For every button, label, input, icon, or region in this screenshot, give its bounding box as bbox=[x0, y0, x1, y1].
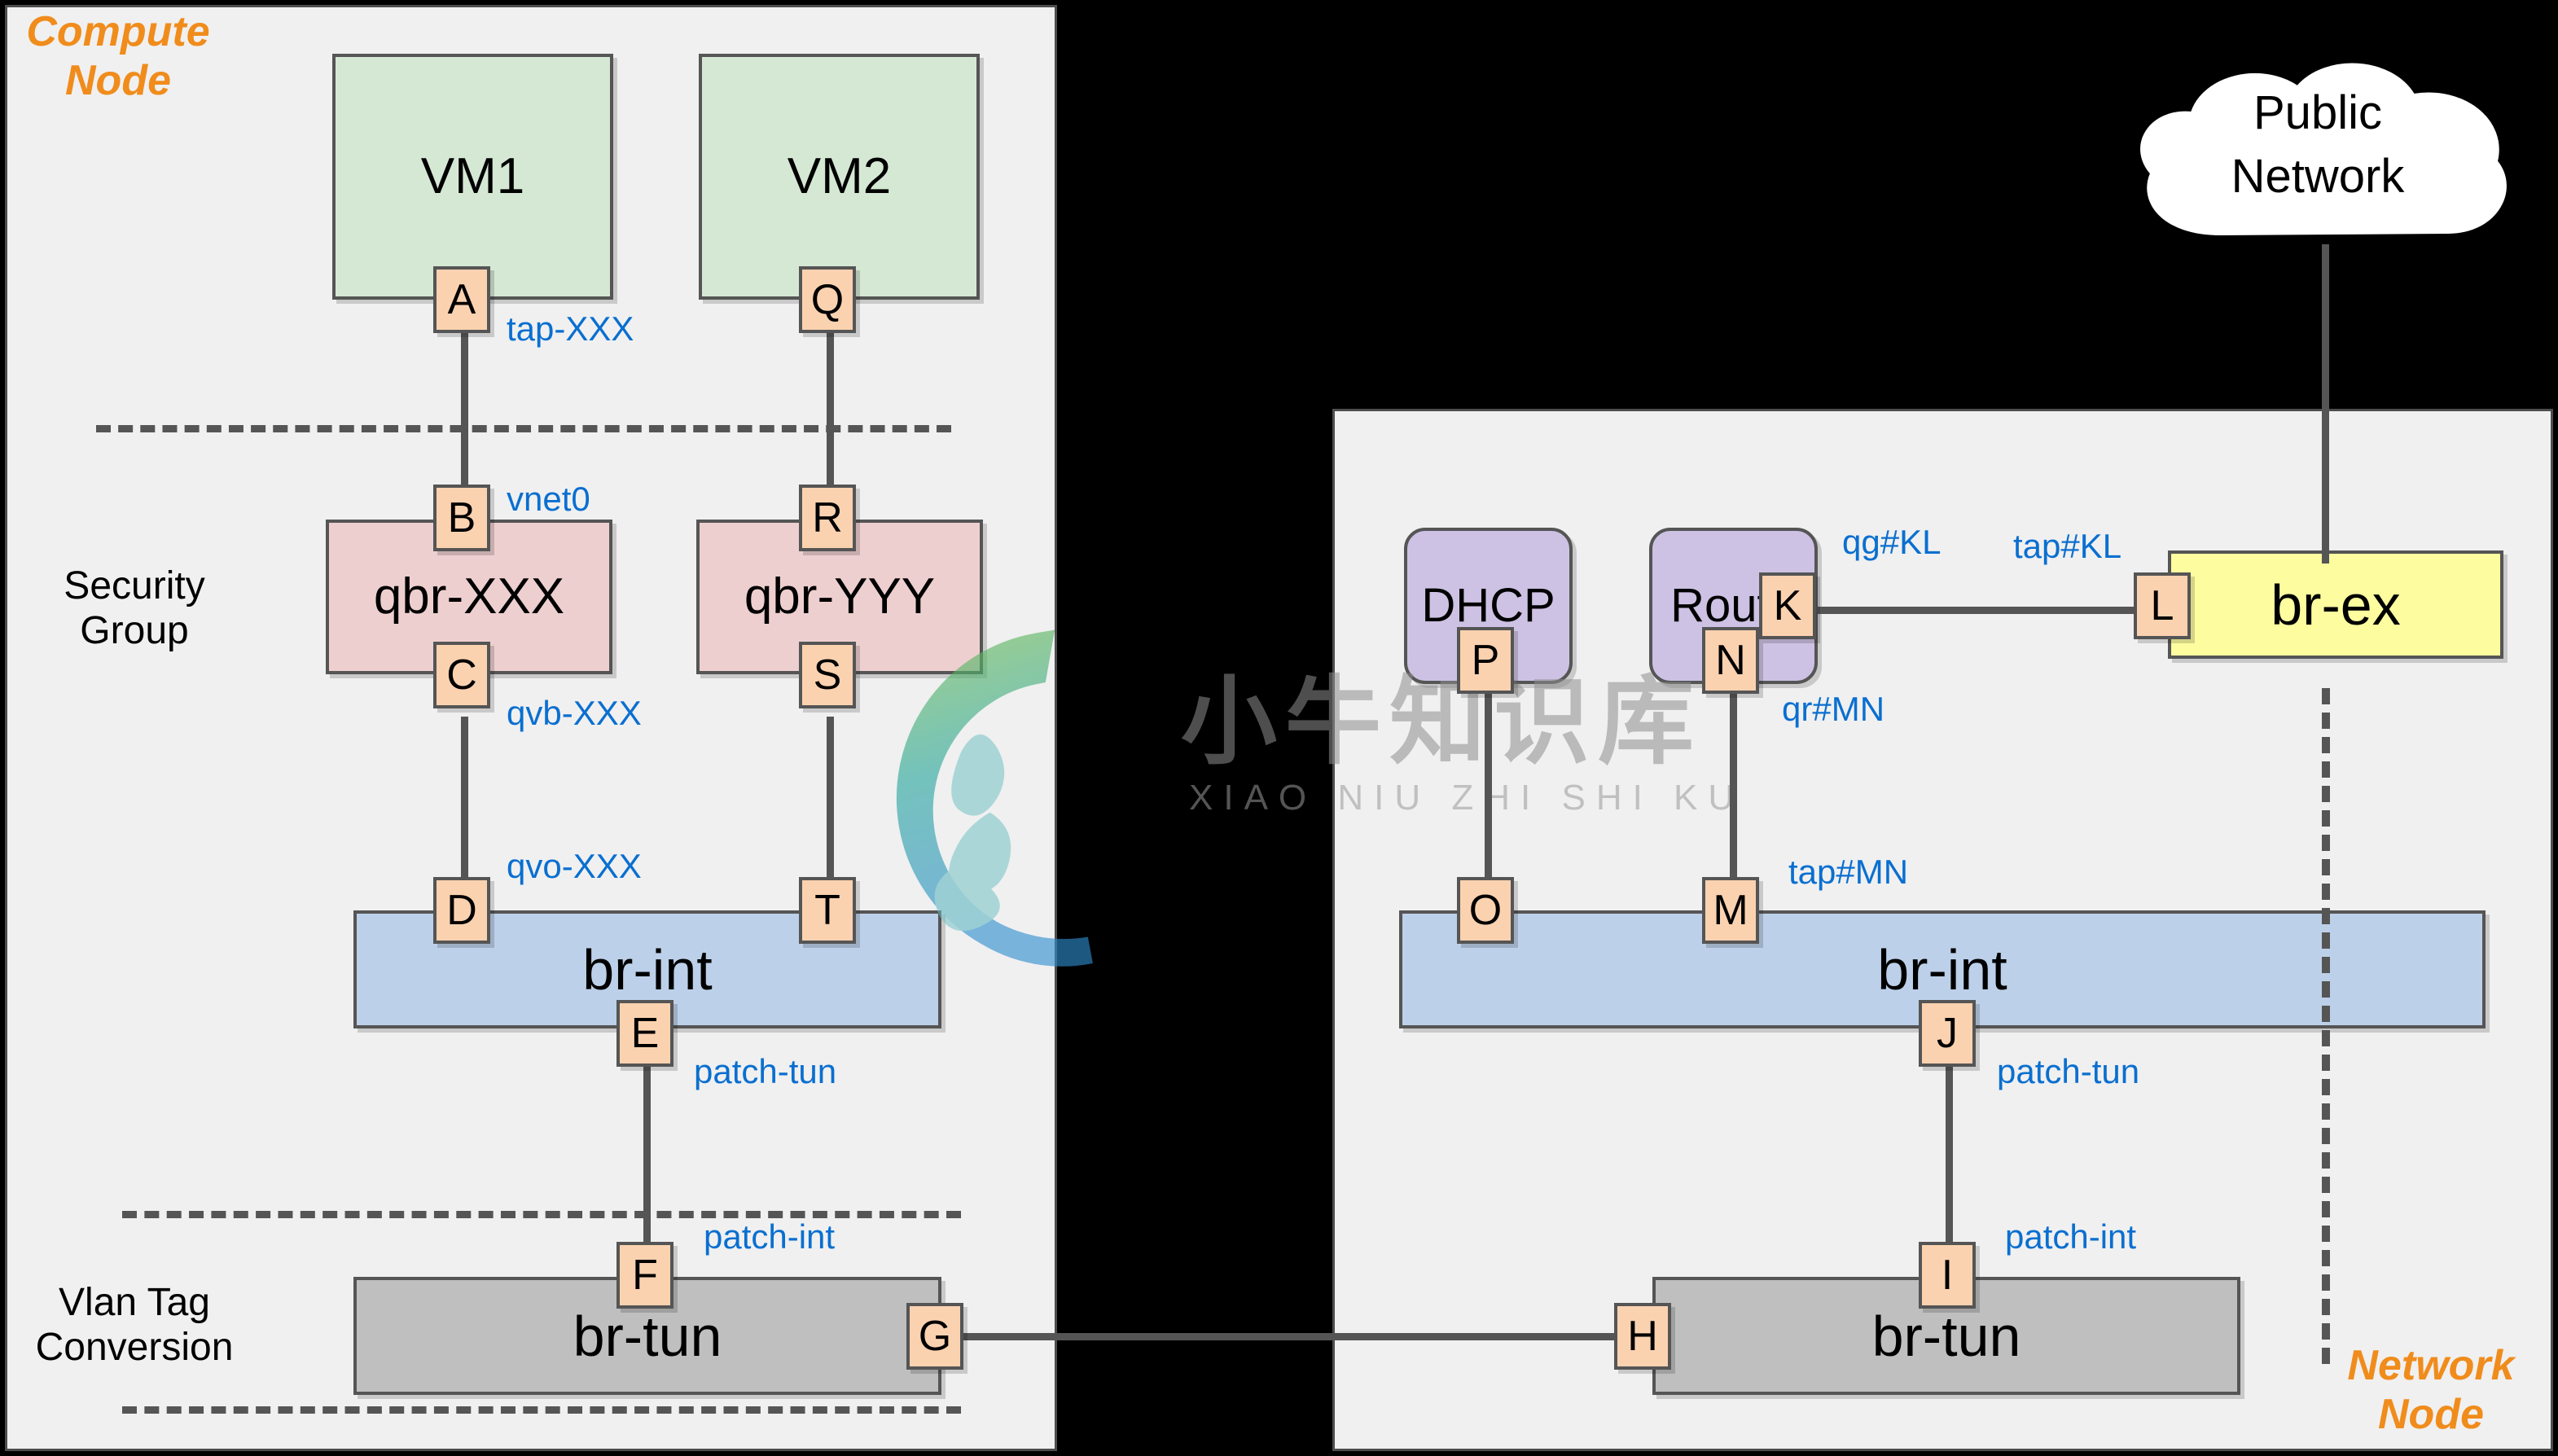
vm2-box[interactable]: VM2 bbox=[699, 54, 980, 300]
port-n[interactable]: N bbox=[1702, 627, 1759, 694]
port-k[interactable]: K bbox=[1759, 572, 1816, 639]
port-h-label: H bbox=[1627, 1313, 1658, 1360]
security-group-label-line2: Group bbox=[80, 609, 189, 653]
wire-a-b bbox=[461, 326, 468, 505]
iface-qvb-xxx: qvb-XXX bbox=[507, 694, 642, 732]
iface-network-patch-int: patch-int bbox=[2005, 1217, 2137, 1256]
port-d[interactable]: D bbox=[433, 877, 490, 944]
vlan-label-line1: Vlan Tag bbox=[59, 1281, 210, 1324]
port-o-label: O bbox=[1468, 887, 1503, 934]
port-b-label: B bbox=[447, 494, 476, 542]
port-b[interactable]: B bbox=[433, 485, 490, 551]
port-q[interactable]: Q bbox=[799, 266, 856, 333]
compute-node-title: Compute Node bbox=[16, 8, 220, 106]
wire-e-f bbox=[643, 1050, 651, 1262]
public-network-cloud[interactable]: Public Network bbox=[2106, 39, 2529, 283]
vlan-label-line2: Conversion bbox=[35, 1326, 234, 1370]
iface-compute-patch-int: patch-int bbox=[704, 1217, 836, 1256]
qbr-xxx-label: qbr-XXX bbox=[373, 568, 565, 625]
network-node-title: Network Node bbox=[2337, 1342, 2525, 1440]
port-k-label: K bbox=[1773, 582, 1802, 629]
iface-qvo-xxx: qvo-XXX bbox=[507, 847, 642, 885]
port-c-label: C bbox=[446, 651, 477, 699]
dhcp-label: DHCP bbox=[1421, 579, 1555, 632]
network-br-int-label: br-int bbox=[1877, 937, 2007, 1002]
port-e[interactable]: E bbox=[616, 1000, 674, 1067]
wire-cloud-to-br-ex bbox=[2322, 244, 2329, 564]
port-r[interactable]: R bbox=[799, 485, 856, 551]
port-g[interactable]: G bbox=[906, 1303, 963, 1370]
port-f[interactable]: F bbox=[616, 1242, 674, 1309]
wire-s-t bbox=[827, 717, 834, 879]
security-group-label-line1: Security bbox=[64, 564, 205, 607]
wire-p-o bbox=[1485, 688, 1492, 879]
br-ex-box[interactable]: br-ex bbox=[2168, 550, 2503, 659]
wire-g-h bbox=[959, 1333, 1643, 1340]
compute-vlan-zone-divider-top bbox=[122, 1211, 961, 1218]
qbr-yyy-label: qbr-YYY bbox=[744, 568, 936, 625]
vm1-box[interactable]: VM1 bbox=[332, 54, 613, 300]
port-f-label: F bbox=[632, 1252, 658, 1299]
network-node-title-line2: Node bbox=[2378, 1390, 2484, 1438]
br-ex-label: br-ex bbox=[2271, 572, 2401, 637]
port-i-label: I bbox=[1941, 1252, 1954, 1299]
port-m[interactable]: M bbox=[1702, 877, 1759, 944]
compute-br-tun-label: br-tun bbox=[573, 1304, 722, 1368]
iface-compute-patch-tun: patch-tun bbox=[694, 1052, 837, 1090]
diagram-canvas: Compute Node Security Group Vlan Tag Con… bbox=[0, 0, 2558, 1456]
port-l[interactable]: L bbox=[2134, 572, 2191, 639]
vm1-label: VM1 bbox=[420, 148, 525, 204]
port-j-label: J bbox=[1937, 1010, 1958, 1057]
port-e-label: E bbox=[630, 1010, 660, 1057]
port-p[interactable]: P bbox=[1457, 627, 1514, 694]
port-g-label: G bbox=[918, 1313, 952, 1360]
wire-n-m bbox=[1730, 688, 1737, 879]
port-t[interactable]: T bbox=[799, 877, 856, 944]
compute-node-title-line1: Compute bbox=[26, 8, 210, 55]
iface-tap-xxx: tap-XXX bbox=[507, 309, 634, 348]
network-br-tun-label: br-tun bbox=[1871, 1304, 2021, 1368]
compute-br-int-label: br-int bbox=[582, 937, 713, 1002]
iface-network-patch-tun: patch-tun bbox=[1997, 1052, 2140, 1090]
port-t-label: T bbox=[814, 887, 840, 934]
iface-qg-kl: qg#KL bbox=[1842, 523, 1942, 561]
iface-vnet0: vnet0 bbox=[507, 480, 590, 518]
port-r-label: R bbox=[812, 494, 843, 542]
port-o[interactable]: O bbox=[1457, 877, 1514, 944]
wire-q-r bbox=[827, 326, 834, 505]
port-p-label: P bbox=[1471, 637, 1500, 684]
iface-tap-kl: tap#KL bbox=[2013, 527, 2122, 565]
wire-k-l bbox=[1816, 607, 2146, 614]
port-i[interactable]: I bbox=[1919, 1242, 1976, 1309]
port-q-label: Q bbox=[810, 276, 845, 323]
wire-j-i bbox=[1946, 1050, 1953, 1266]
br-ex-downlink-dashed bbox=[2322, 688, 2330, 1364]
iface-tap-mn: tap#MN bbox=[1788, 853, 1909, 891]
port-s[interactable]: S bbox=[799, 642, 856, 708]
security-group-zone-label: Security Group bbox=[16, 564, 252, 653]
network-node-title-line1: Network bbox=[2347, 1342, 2515, 1389]
vlan-tag-zone-label: Vlan Tag Conversion bbox=[16, 1280, 252, 1370]
wire-c-d bbox=[461, 717, 468, 879]
port-a[interactable]: A bbox=[433, 266, 490, 333]
port-h[interactable]: H bbox=[1614, 1303, 1671, 1370]
iface-qr-mn: qr#MN bbox=[1782, 690, 1885, 728]
port-l-label: L bbox=[2150, 582, 2174, 629]
port-s-label: S bbox=[813, 651, 842, 699]
port-j[interactable]: J bbox=[1919, 1000, 1976, 1067]
port-c[interactable]: C bbox=[433, 642, 490, 708]
port-m-label: M bbox=[1713, 887, 1748, 934]
port-n-label: N bbox=[1715, 637, 1746, 684]
vm2-label: VM2 bbox=[787, 148, 892, 204]
compute-vlan-zone-divider-bottom bbox=[122, 1406, 961, 1414]
port-a-label: A bbox=[447, 276, 476, 323]
port-d-label: D bbox=[446, 887, 477, 934]
compute-node-title-line2: Node bbox=[65, 56, 171, 104]
compute-security-zone-divider-top bbox=[96, 425, 951, 432]
